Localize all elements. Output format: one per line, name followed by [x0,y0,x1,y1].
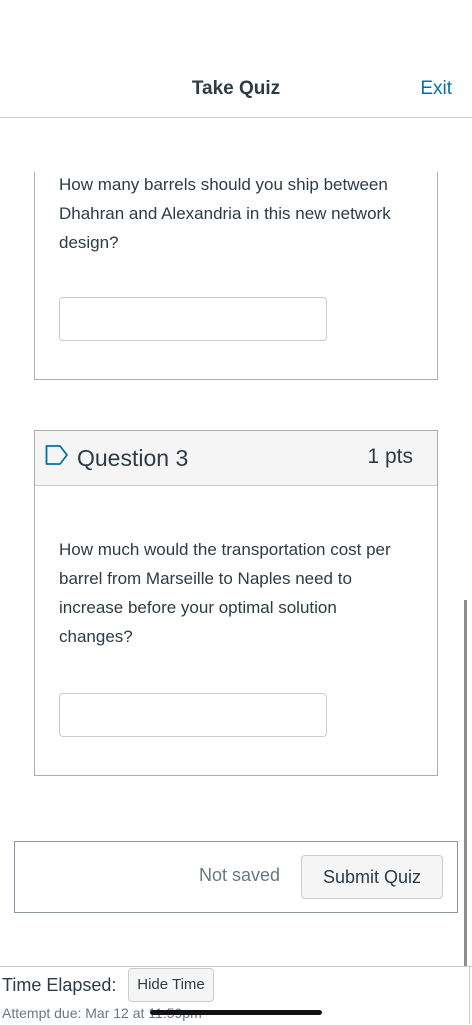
question-3-answer-input[interactable] [59,693,327,737]
submit-area: Not saved Submit Quiz [14,841,458,913]
question-2-answer-input[interactable] [59,297,327,341]
home-indicator[interactable] [150,1010,322,1015]
quiz-header: Take Quiz Exit [0,0,472,118]
question-2-text: How many barrels should you ship between… [59,175,391,252]
save-status: Not saved [199,865,281,885]
submit-quiz-button[interactable]: Submit Quiz [301,855,443,899]
bottom-bar-edge [469,966,470,1024]
question-2-card: How many barrels should you ship between… [34,172,438,380]
hide-time-button[interactable]: Hide Time [128,968,214,1002]
exit-link[interactable]: Exit [420,78,452,100]
time-elapsed-label: Time Elapsed: [2,975,117,995]
page-title: Take Quiz [191,78,281,99]
question-3-title: Question 3 [77,445,189,471]
scrollbar[interactable] [464,600,467,1024]
question-3-header: Question 3 1 pts [35,431,437,486]
flag-question-icon[interactable] [45,444,69,466]
question-3-points: 1 pts [367,445,413,468]
question-3-card: Question 3 1 pts How much would the tran… [34,430,438,776]
timer-bar: Time Elapsed: Hide Time Attempt due: Mar… [0,966,472,1025]
question-3-text: How much would the transportation cost p… [59,540,391,646]
